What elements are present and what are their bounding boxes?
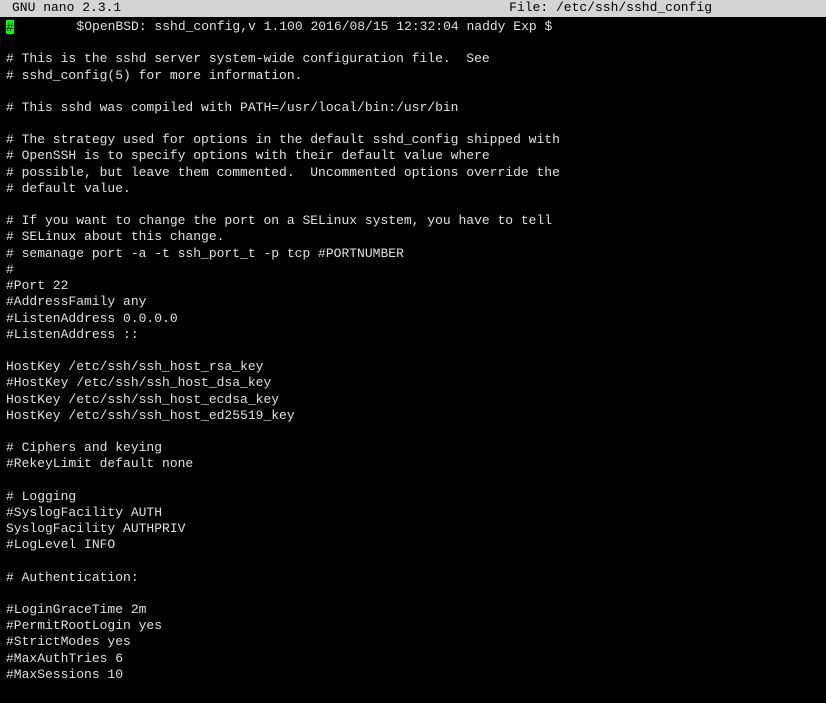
editor-line: # OpenSSH is to specify options with the…	[6, 148, 820, 164]
editor-line: #Port 22	[6, 278, 820, 294]
editor-line: #PermitRootLogin yes	[6, 618, 820, 634]
editor-line: # default value.	[6, 181, 820, 197]
editor-line: # sshd_config(5) for more information.	[6, 68, 820, 84]
editor-line: #ListenAddress 0.0.0.0	[6, 311, 820, 327]
editor-line: #RekeyLimit default none	[6, 456, 820, 472]
editor-line: # Authentication:	[6, 570, 820, 586]
editor-line	[6, 197, 820, 213]
editor-line: # This is the sshd server system-wide co…	[6, 51, 820, 67]
editor-line	[6, 84, 820, 100]
line-text: $OpenBSD: sshd_config,v 1.100 2016/08/15…	[14, 19, 552, 34]
editor-line: # SELinux about this change.	[6, 229, 820, 245]
editor-line	[6, 424, 820, 440]
editor-line: #LogLevel INFO	[6, 537, 820, 553]
editor-line: #HostKey /etc/ssh/ssh_host_dsa_key	[6, 375, 820, 391]
editor-line: #AddressFamily any	[6, 294, 820, 310]
editor-line: #LoginGraceTime 2m	[6, 602, 820, 618]
editor-line	[6, 554, 820, 570]
editor-line: HostKey /etc/ssh/ssh_host_ecdsa_key	[6, 392, 820, 408]
editor-titlebar: GNU nano 2.3.1 File: /etc/ssh/sshd_confi…	[0, 0, 826, 17]
editor-line: # $OpenBSD: sshd_config,v 1.100 2016/08/…	[6, 19, 820, 35]
editor-line	[6, 35, 820, 51]
editor-line: # If you want to change the port on a SE…	[6, 213, 820, 229]
app-name: GNU nano 2.3.1	[4, 0, 121, 16]
editor-area[interactable]: # $OpenBSD: sshd_config,v 1.100 2016/08/…	[0, 17, 826, 685]
editor-line: #SyslogFacility AUTH	[6, 505, 820, 521]
editor-line	[6, 343, 820, 359]
editor-line: #MaxAuthTries 6	[6, 651, 820, 667]
editor-line: # This sshd was compiled with PATH=/usr/…	[6, 100, 820, 116]
editor-line: HostKey /etc/ssh/ssh_host_ed25519_key	[6, 408, 820, 424]
editor-line: HostKey /etc/ssh/ssh_host_rsa_key	[6, 359, 820, 375]
editor-line: #MaxSessions 10	[6, 667, 820, 683]
file-path: File: /etc/ssh/sshd_config	[509, 0, 822, 16]
editor-line: #	[6, 262, 820, 278]
editor-line: # possible, but leave them commented. Un…	[6, 165, 820, 181]
editor-line: #StrictModes yes	[6, 634, 820, 650]
editor-line: # The strategy used for options in the d…	[6, 132, 820, 148]
editor-line	[6, 473, 820, 489]
editor-line: # Ciphers and keying	[6, 440, 820, 456]
cursor: #	[6, 20, 14, 34]
editor-line: # Logging	[6, 489, 820, 505]
editor-line	[6, 116, 820, 132]
editor-line: # semanage port -a -t ssh_port_t -p tcp …	[6, 246, 820, 262]
editor-line: #ListenAddress ::	[6, 327, 820, 343]
editor-line	[6, 586, 820, 602]
editor-line: SyslogFacility AUTHPRIV	[6, 521, 820, 537]
